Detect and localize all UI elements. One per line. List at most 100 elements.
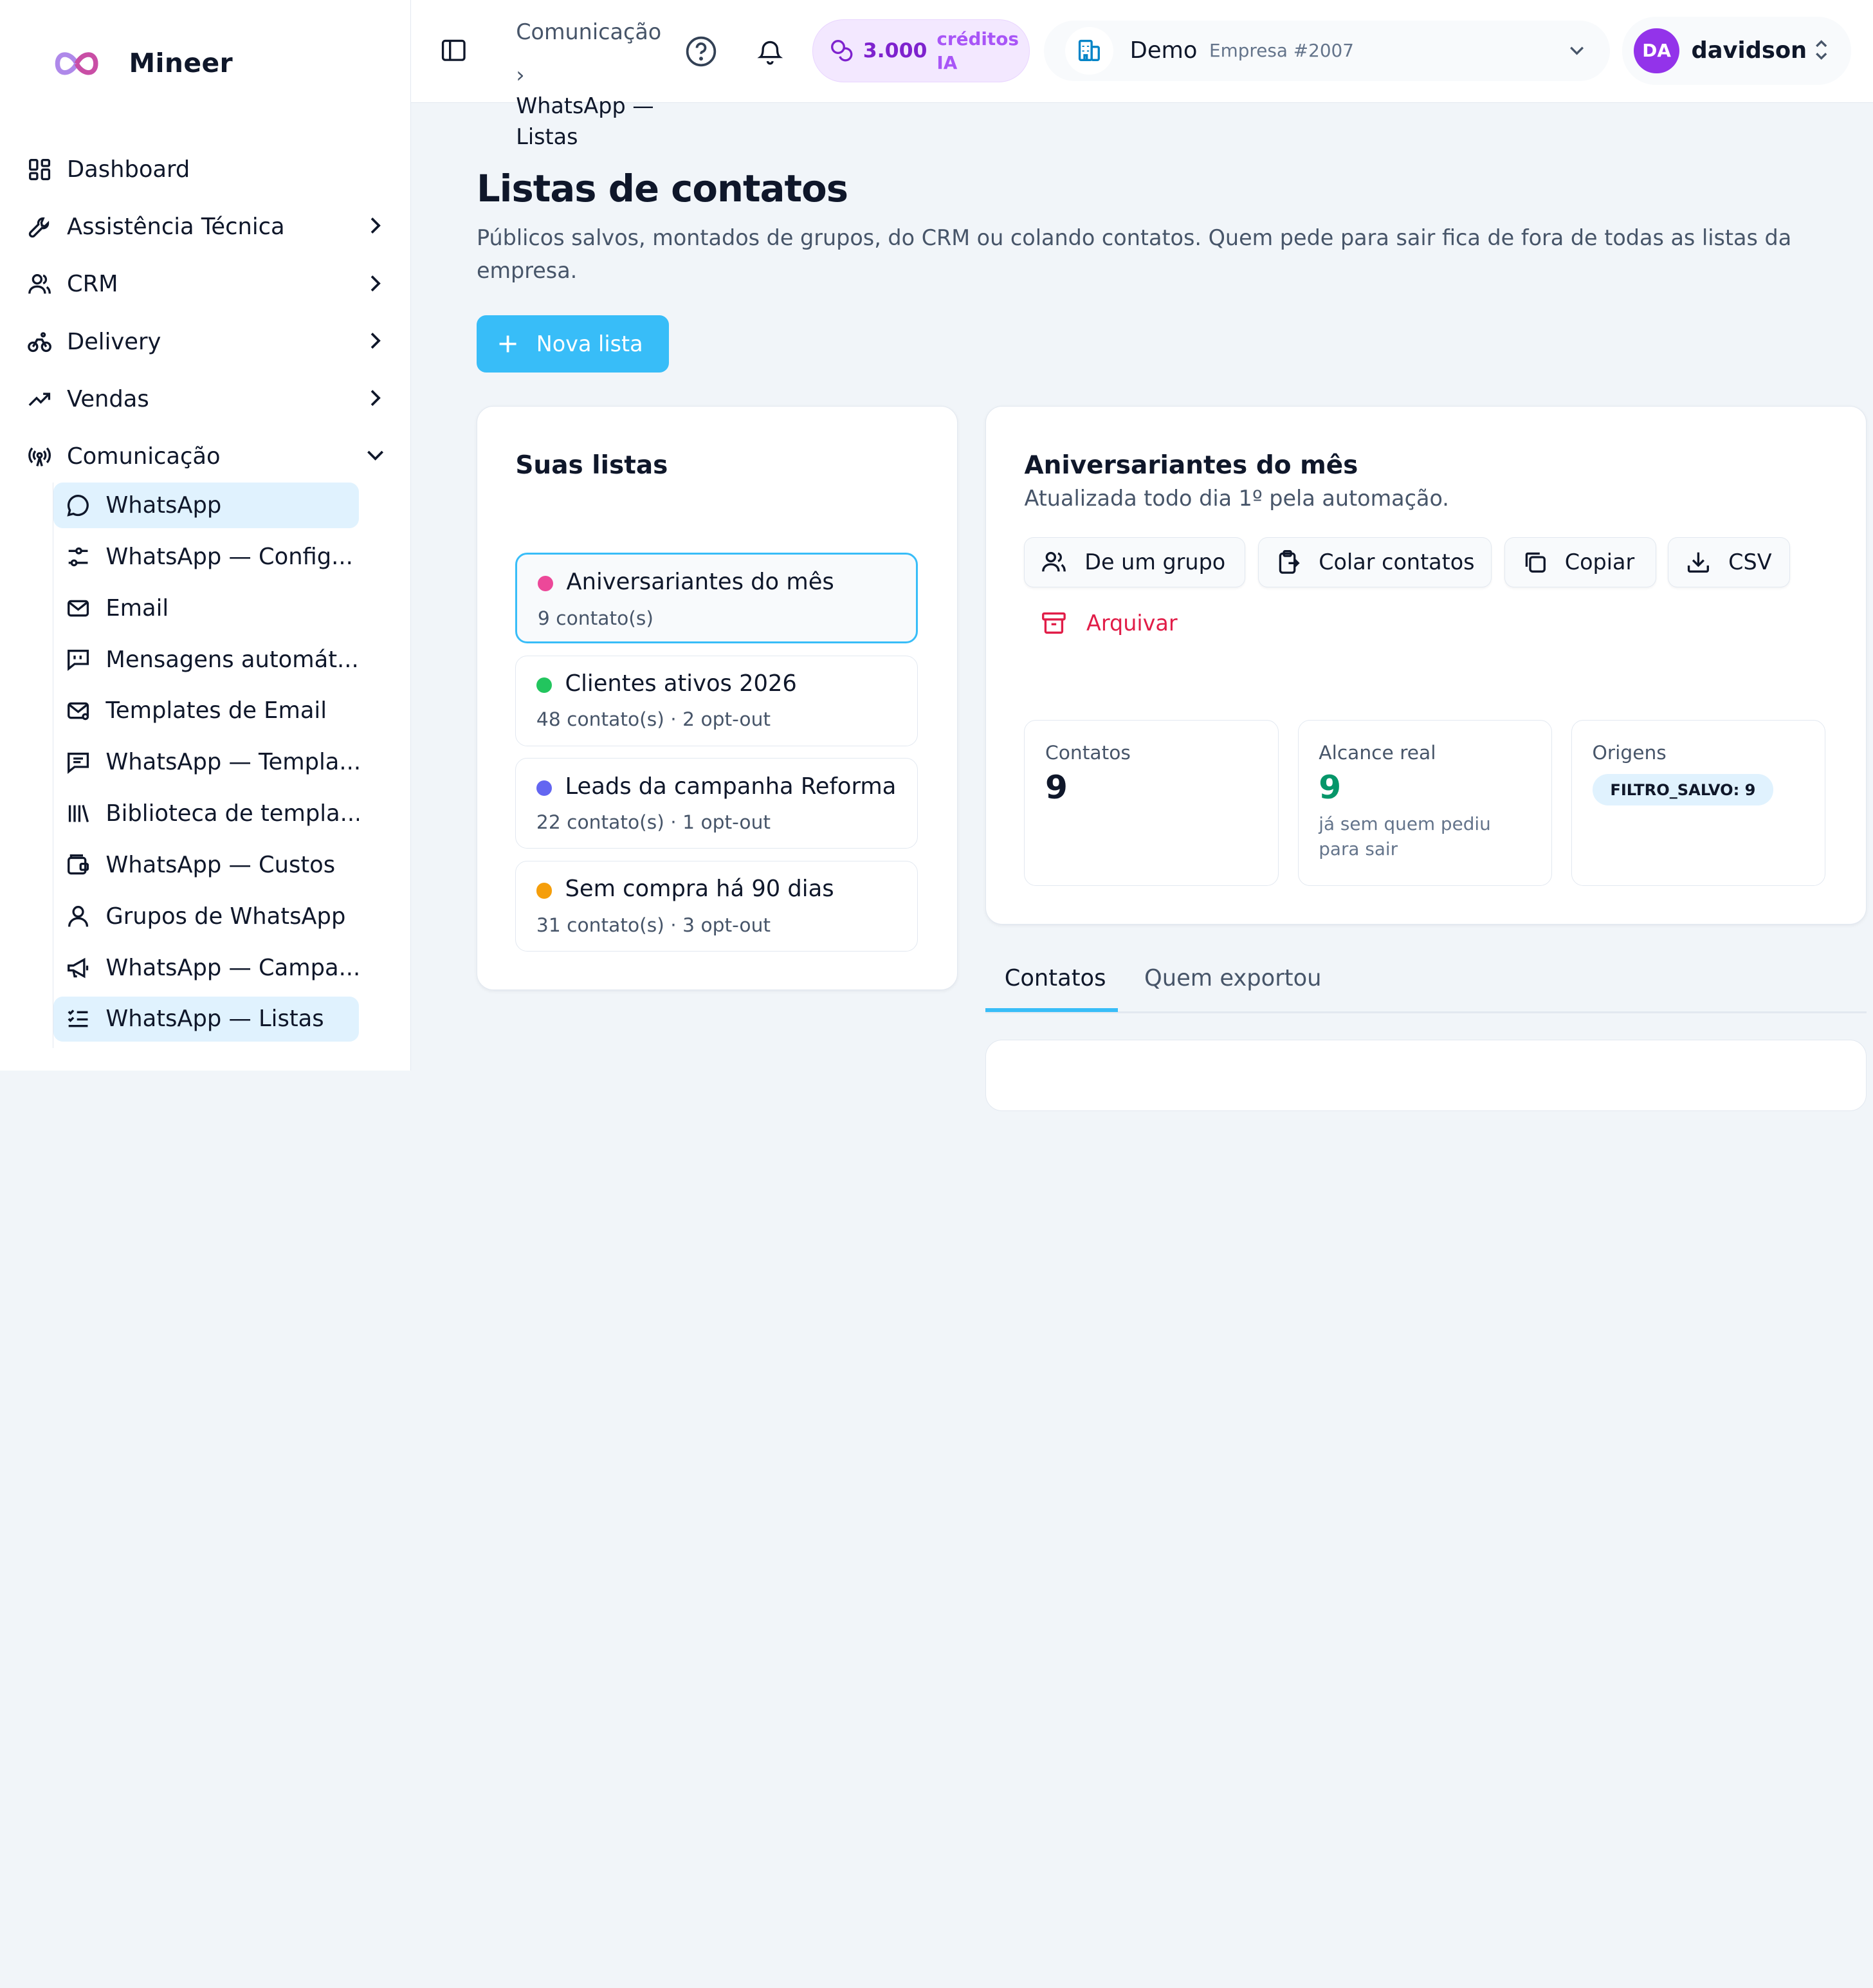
top-header: Comunicação › WhatsApp — Listas 3.000 cr…	[410, 0, 1873, 149]
user-menu[interactable]: DA davidson	[1622, 16, 1852, 85]
sidebar-item-whatsapp[interactable]: WhatsApp	[53, 483, 360, 528]
sidebar-item-whatsapp-listas[interactable]: WhatsApp — Listas	[53, 996, 360, 1042]
sidebar-item-label: Mensagens automát...	[105, 646, 359, 673]
stat-note: já sem quem pediu para sair	[1319, 813, 1491, 860]
sidebar-toggle-icon[interactable]	[439, 36, 468, 65]
archive-button[interactable]: Arquivar	[1041, 610, 1178, 636]
list-color-dot	[536, 780, 553, 796]
sidebar-item-label: Dashboard	[66, 156, 190, 183]
breadcrumb-parent[interactable]: Comunicação	[516, 19, 661, 44]
sidebar-item-templates-email[interactable]: Templates de Email	[53, 688, 359, 734]
trending-up-icon	[26, 386, 53, 412]
comunicacao-subnav: WhatsApp WhatsApp — Config... Email Mens…	[52, 483, 363, 1048]
sidebar-item-delivery[interactable]: Delivery	[24, 313, 394, 371]
list-color-dot	[536, 677, 553, 694]
archive-label: Arquivar	[1086, 610, 1178, 636]
breadcrumb: Comunicação › WhatsApp — Listas	[516, 17, 683, 153]
sidebar-item-label: CRM	[66, 271, 118, 298]
help-icon[interactable]	[683, 33, 719, 69]
list-name: Leads da campanha Reforma	[565, 773, 897, 800]
sidebar-item-comunicacao[interactable]: Comunicação	[24, 428, 394, 485]
dashboard-icon	[26, 156, 53, 183]
lists-card-title: Suas listas	[515, 451, 668, 481]
sidebar: Mineer Dashboard Assistência Técnica CRM…	[0, 0, 411, 1071]
company-name: Demo	[1129, 37, 1198, 64]
sidebar-item-assistencia[interactable]: Assistência Técnica	[24, 198, 394, 255]
from-group-button[interactable]: De um grupo	[1024, 537, 1245, 587]
download-icon	[1685, 549, 1712, 575]
page-description: Públicos salvos, montados de grupos, do …	[476, 225, 1792, 283]
list-item[interactable]: Sem compra há 90 dias 31 contato(s) · 3 …	[515, 861, 918, 952]
list-color-dot	[536, 883, 553, 899]
tab-contatos[interactable]: Contatos	[1005, 965, 1106, 991]
user-icon	[65, 903, 91, 930]
stat-label: Origens	[1592, 742, 1667, 765]
brand[interactable]: Mineer	[53, 46, 233, 82]
sidebar-item-label: WhatsApp — Templa...	[105, 749, 360, 776]
users-icon	[26, 272, 53, 298]
sidebar-item-label: Delivery	[66, 328, 161, 355]
sidebar-item-whatsapp-campanhas[interactable]: WhatsApp — Campa...	[53, 945, 359, 991]
sidebar-item-whatsapp-custos[interactable]: WhatsApp — Custos	[53, 842, 359, 888]
lists-card: Suas listas Aniversariantes do mês 9 con…	[476, 406, 958, 991]
coins-icon	[830, 39, 854, 62]
sidebar-item-label: WhatsApp — Config...	[105, 543, 353, 570]
stat-origins: Origens FILTRO_SALVO: 9	[1571, 719, 1826, 887]
sidebar-item-label: Grupos de WhatsApp	[105, 903, 346, 930]
chevron-down-icon	[1565, 38, 1589, 62]
copy-button[interactable]: Copiar	[1504, 537, 1656, 587]
csv-label: CSV	[1728, 549, 1772, 575]
list-meta: 9 contato(s)	[537, 607, 653, 630]
clipboard-paste-icon	[1275, 549, 1302, 575]
list-item[interactable]: Aniversariantes do mês 9 contato(s)	[515, 552, 918, 644]
message-quote-icon	[65, 647, 91, 673]
sidebar-item-biblioteca-templates[interactable]: Biblioteca de templa...	[53, 791, 359, 836]
copy-label: Copiar	[1564, 549, 1635, 575]
ai-credits-badge[interactable]: 3.000 créditos IA	[812, 19, 1030, 83]
sidebar-item-label: Comunicação	[66, 443, 221, 470]
list-meta: 31 contato(s) · 3 opt-out	[536, 914, 771, 937]
sidebar-item-email[interactable]: Email	[53, 585, 359, 631]
app-root: Mineer Dashboard Assistência Técnica CRM…	[0, 0, 1873, 1111]
list-item[interactable]: Leads da campanha Reforma 22 contato(s) …	[515, 758, 918, 849]
sidebar-item-whatsapp-templates[interactable]: WhatsApp — Templa...	[53, 739, 359, 785]
sidebar-item-label: Vendas	[66, 385, 149, 412]
sidebar-item-vendas[interactable]: Vendas	[24, 371, 394, 428]
wrench-icon	[26, 214, 53, 240]
stat-value: 9	[1319, 768, 1342, 807]
sidebar-item-crm[interactable]: CRM	[24, 255, 394, 313]
library-icon	[65, 800, 91, 827]
sidebar-item-label: WhatsApp — Custos	[105, 851, 336, 878]
credits-amount: 3.000	[863, 39, 927, 62]
stat-label: Alcance real	[1319, 742, 1436, 765]
bell-icon[interactable]	[753, 33, 789, 69]
copy-icon	[1522, 549, 1548, 575]
new-list-button[interactable]: Nova lista	[476, 315, 669, 373]
company-id: Empresa #2007	[1209, 40, 1354, 62]
list-item[interactable]: Clientes ativos 2026 48 contato(s) · 2 o…	[515, 655, 918, 746]
stat-label: Contatos	[1045, 742, 1131, 765]
mail-icon	[65, 595, 91, 621]
sidebar-item-dashboard[interactable]: Dashboard	[24, 141, 394, 198]
sidebar-item-mensagens-automaticas[interactable]: Mensagens automát...	[53, 637, 359, 683]
paste-contacts-button[interactable]: Colar contatos	[1258, 537, 1492, 587]
detail-subtitle: Atualizada todo dia 1º pela automação.	[1024, 485, 1449, 511]
sidebar-item-whatsapp-config[interactable]: WhatsApp — Config...	[53, 534, 359, 580]
csv-export-button[interactable]: CSV	[1668, 537, 1790, 587]
mineer-logo-icon	[53, 46, 100, 82]
sidebar-item-grupos-whatsapp[interactable]: Grupos de WhatsApp	[53, 894, 359, 939]
contacts-table-card	[985, 1039, 1867, 1111]
breadcrumb-separator-icon: ›	[516, 62, 525, 87]
sidebar-item-label: Templates de Email	[105, 697, 327, 724]
page-title: Listas de contatos	[476, 167, 848, 210]
company-selector[interactable]: Demo Empresa #2007	[1044, 20, 1611, 82]
avatar: DA	[1634, 28, 1679, 74]
tab-quem-exportou[interactable]: Quem exportou	[1144, 965, 1322, 991]
sliders-icon	[65, 544, 91, 570]
sidebar-item-label: Assistência Técnica	[66, 214, 285, 241]
paste-contacts-label: Colar contatos	[1319, 549, 1475, 575]
from-group-label: De um grupo	[1084, 549, 1226, 575]
list-checks-icon	[65, 1006, 91, 1033]
chevron-right-icon	[363, 272, 387, 295]
list-name: Sem compra há 90 dias	[565, 876, 834, 903]
